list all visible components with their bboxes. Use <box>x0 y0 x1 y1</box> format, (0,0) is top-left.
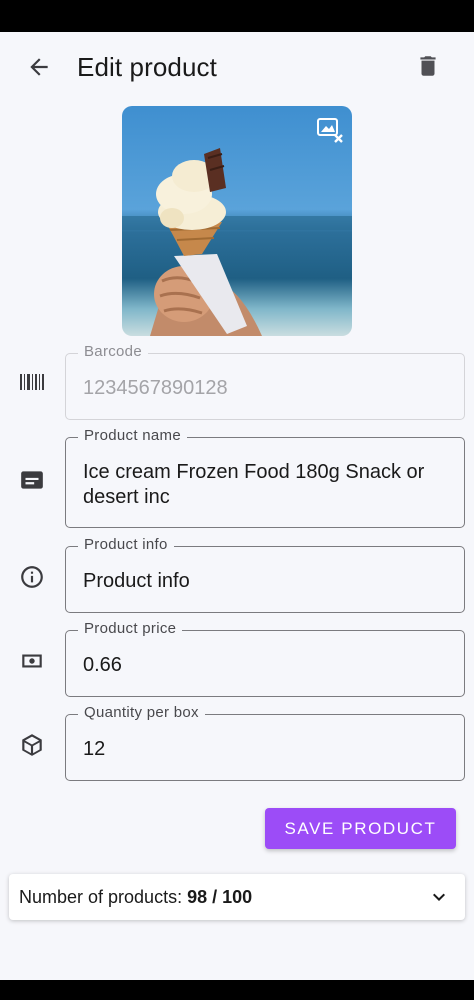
package-icon <box>18 731 46 759</box>
product-name-label: Product name <box>78 427 187 444</box>
chevron-down-icon <box>433 893 445 901</box>
product-count-value: 98 / 100 <box>187 887 253 907</box>
barcode-field[interactable]: Barcode 1234567890128 <box>65 343 465 420</box>
arrow-left-icon <box>30 58 48 76</box>
barcode-row: Barcode 1234567890128 <box>0 343 474 422</box>
product-name-value: Ice cream Frozen Food 180g Snack or dese… <box>83 461 425 508</box>
app-bar: Edit product <box>0 32 474 100</box>
save-product-button[interactable]: Save product <box>265 808 456 849</box>
remove-image-button[interactable] <box>316 116 344 144</box>
product-price-field[interactable]: Product price 0.66 <box>65 620 465 697</box>
barcode-value: 1234567890128 <box>83 377 228 399</box>
product-count-dropdown[interactable]: Number of products: 98 / 100 <box>9 874 465 920</box>
navigation-bar <box>0 980 474 1000</box>
status-bar <box>0 0 474 32</box>
image-remove-icon <box>317 118 343 143</box>
quantity-value: 12 <box>83 738 106 760</box>
quantity-label: Quantity per box <box>78 704 205 721</box>
product-count-text: Number of products: 98 / 100 <box>19 887 252 908</box>
card-text-icon <box>18 466 46 494</box>
product-price-label: Product price <box>78 620 183 637</box>
barcode-label: Barcode <box>78 343 148 360</box>
product-count-label: Number of products: <box>19 887 183 907</box>
info-icon <box>18 563 46 591</box>
product-price-value: 0.66 <box>83 654 122 676</box>
product-info-label: Product info <box>78 536 174 553</box>
cash-icon <box>18 647 46 675</box>
product-price-row: Product price 0.66 <box>0 620 474 698</box>
product-info-value: Product info <box>83 570 190 592</box>
product-name-row: Product name Ice cream Frozen Food 180g … <box>0 427 474 529</box>
quantity-row: Quantity per box 12 <box>0 704 474 782</box>
product-info-row: Product info Product info <box>0 536 474 614</box>
page-title: Edit product <box>77 52 217 82</box>
delete-button[interactable] <box>412 50 444 82</box>
barcode-icon <box>18 368 46 396</box>
product-name-field[interactable]: Product name Ice cream Frozen Food 180g … <box>65 427 465 528</box>
product-image[interactable] <box>122 106 352 336</box>
quantity-field[interactable]: Quantity per box 12 <box>65 704 465 781</box>
back-button[interactable] <box>22 50 56 84</box>
product-info-field[interactable]: Product info Product info <box>65 536 465 613</box>
trash-icon <box>420 56 436 76</box>
